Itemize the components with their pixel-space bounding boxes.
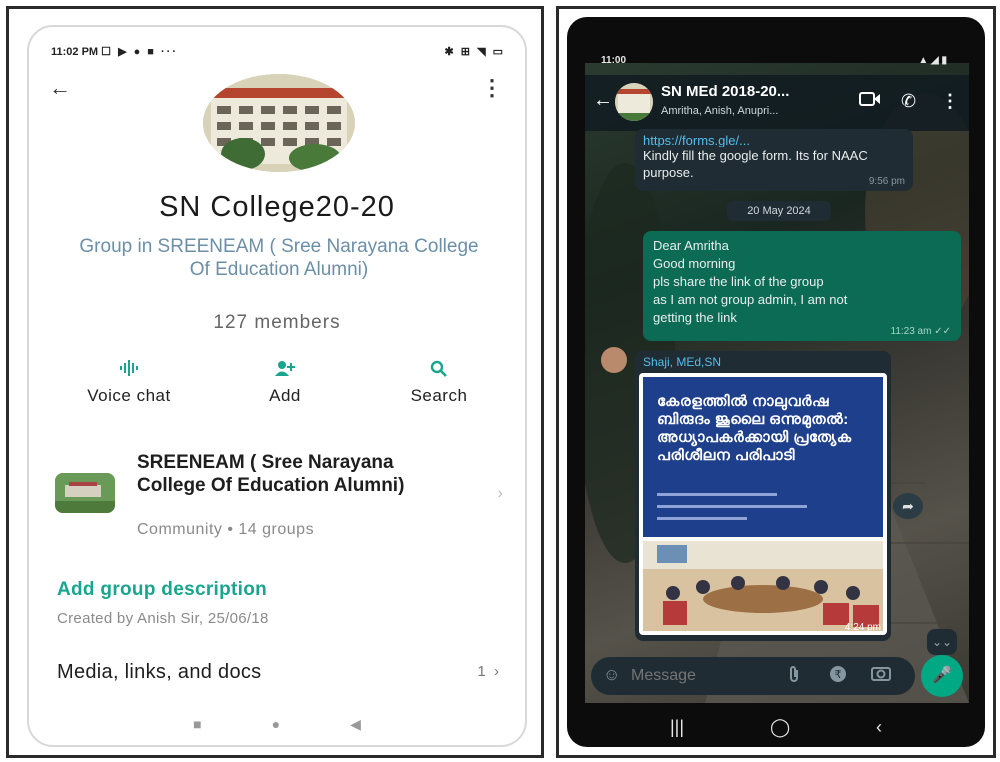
emoji-icon[interactable]: ☺ xyxy=(603,665,620,685)
sender-avatar[interactable] xyxy=(601,347,627,373)
left-screenshot-frame: 11:02 PM ☐ ▶ ● ■ ··· ✱ ⊞ ◥ ▭ ← ⋮ SN Coll… xyxy=(6,6,544,758)
poster-headline: കേരളത്തിൽ നാലുവർഷ ബിരുദം ജൂലൈ ഒന്നുമുതൽ:… xyxy=(657,393,852,464)
add-label: Add xyxy=(269,386,301,405)
back-nav-icon[interactable]: ◀ xyxy=(350,716,361,733)
voice-wave-icon xyxy=(59,360,199,382)
group-photo[interactable] xyxy=(203,74,355,172)
sender-name[interactable]: Shaji, MEd,SN xyxy=(639,355,887,373)
message-line: Good morning xyxy=(653,256,736,271)
image-message[interactable]: Shaji, MEd,SN കേരളത്തിൽ നാലുവർഷ ബിരുദം ജ… xyxy=(635,351,891,641)
status-time: 11:00 xyxy=(601,55,627,66)
chat-members[interactable]: Amritha, Anish, Anupri... xyxy=(661,105,778,117)
voice-chat-label: Voice chat xyxy=(87,386,171,405)
chevron-right-icon[interactable]: › xyxy=(498,485,503,503)
chat-screen: 11:00 ▲ ◢ ▮ ← SN MEd 2018-20... Amritha,… xyxy=(567,17,985,747)
recent-apps-icon[interactable]: ||| xyxy=(670,717,684,738)
media-count[interactable]: 1 › xyxy=(477,663,499,680)
date-divider: 20 May 2024 xyxy=(727,201,831,221)
video-call-icon[interactable] xyxy=(859,91,881,112)
incoming-message[interactable]: https://forms.gle/... Kindly fill the go… xyxy=(635,129,913,191)
message-composer[interactable]: ☺ ₹ xyxy=(591,657,915,695)
member-count: 127 members xyxy=(213,312,341,333)
search-icon xyxy=(369,360,509,382)
form-link[interactable]: https://forms.gle/... xyxy=(643,133,905,147)
group-community-subtitle[interactable]: Group in SREENEAM ( Sree Narayana Colleg… xyxy=(69,235,489,281)
camera-icon[interactable] xyxy=(871,665,891,686)
add-person-icon xyxy=(215,360,355,382)
add-group-description-link[interactable]: Add group description xyxy=(57,579,267,601)
outgoing-message[interactable]: Dear Amritha Good morning pls share the … xyxy=(643,231,961,341)
notification-icons: ☐ ▶ ● ■ ··· xyxy=(101,45,178,58)
shared-image[interactable]: കേരളത്തിൽ നാലുവർഷ ബിരുദം ജൂലൈ ഒന്നുമുതൽ:… xyxy=(639,373,887,635)
android-nav-bar: ||| ◯ ‹ xyxy=(567,707,985,747)
forward-icon[interactable]: ➦ xyxy=(893,493,923,519)
chat-header: ← SN MEd 2018-20... Amritha, Anish, Anup… xyxy=(585,75,969,131)
attach-icon[interactable] xyxy=(787,665,801,688)
voice-chat-button[interactable]: Voice chat xyxy=(59,360,199,406)
poster-fine-print xyxy=(657,491,857,531)
chat-title[interactable]: SN MEd 2018-20... xyxy=(661,83,789,100)
group-info-screen: 11:02 PM ☐ ▶ ● ■ ··· ✱ ⊞ ◥ ▭ ← ⋮ SN Coll… xyxy=(27,25,527,747)
svg-text:₹: ₹ xyxy=(835,669,842,681)
meeting-photo xyxy=(643,541,883,631)
group-avatar[interactable] xyxy=(615,83,653,121)
message-line: Dear Amritha xyxy=(653,238,729,253)
status-time: 11:02 PM xyxy=(51,45,99,58)
message-line: getting the link xyxy=(653,310,737,325)
mic-button[interactable]: 🎤 xyxy=(921,655,963,697)
message-line: pls share the link of the group xyxy=(653,274,824,289)
signal-icons: ▲ ◢ ▮ xyxy=(918,55,947,66)
message-input[interactable] xyxy=(631,663,771,689)
voice-call-icon[interactable]: ✆ xyxy=(901,91,916,112)
more-options-icon[interactable]: ⋮ xyxy=(481,75,503,101)
add-member-button[interactable]: Add xyxy=(215,360,355,406)
scroll-down-icon[interactable]: ⌄⌄ xyxy=(927,629,957,655)
poster-banner: കേരളത്തിൽ നാലുവർഷ ബിരുദം ജൂലൈ ഒന്നുമുതൽ:… xyxy=(643,377,883,537)
group-title: SN College20-20 xyxy=(159,191,395,223)
android-nav-bar: ■ ● ◀ xyxy=(29,716,525,733)
message-time: 11:23 am ✓✓ xyxy=(890,326,952,337)
back-arrow-icon[interactable]: ← xyxy=(49,75,71,101)
home-icon[interactable]: ◯ xyxy=(770,717,790,738)
search-button[interactable]: Search xyxy=(369,360,509,406)
message-line: as I am not group admin, I am not xyxy=(653,292,848,307)
community-meta: Community • 14 groups xyxy=(137,521,315,538)
message-text: Kindly fill the google form. Its for NAA… xyxy=(643,148,868,180)
message-time: 9:56 pm xyxy=(868,176,905,187)
right-screenshot-frame: 11:00 ▲ ◢ ▮ ← SN MEd 2018-20... Amritha,… xyxy=(556,6,996,758)
back-arrow-icon[interactable]: ← xyxy=(593,89,613,112)
media-links-docs-row[interactable]: Media, links, and docs xyxy=(57,661,261,684)
back-nav-icon[interactable]: ‹ xyxy=(876,717,882,738)
system-status-icons: ✱ ⊞ ◥ ▭ xyxy=(444,45,505,58)
created-by-text: Created by Anish Sir, 25/06/18 xyxy=(57,610,269,627)
message-time: 4:24 pm xyxy=(844,622,881,633)
community-thumbnail[interactable] xyxy=(55,473,115,513)
payment-icon[interactable]: ₹ xyxy=(829,665,847,688)
status-bar: 11:00 ▲ ◢ ▮ xyxy=(601,55,947,69)
more-options-icon[interactable]: ⋮ xyxy=(941,91,959,112)
community-name[interactable]: SREENEAM ( Sree Narayana College Of Educ… xyxy=(137,451,437,497)
read-receipt-icon: ✓✓ xyxy=(934,326,951,337)
search-label: Search xyxy=(410,386,468,405)
status-bar: 11:02 PM ☐ ▶ ● ■ ··· ✱ ⊞ ◥ ▭ xyxy=(51,43,505,59)
home-icon[interactable]: ● xyxy=(272,716,280,733)
recent-apps-icon[interactable]: ■ xyxy=(193,716,201,733)
